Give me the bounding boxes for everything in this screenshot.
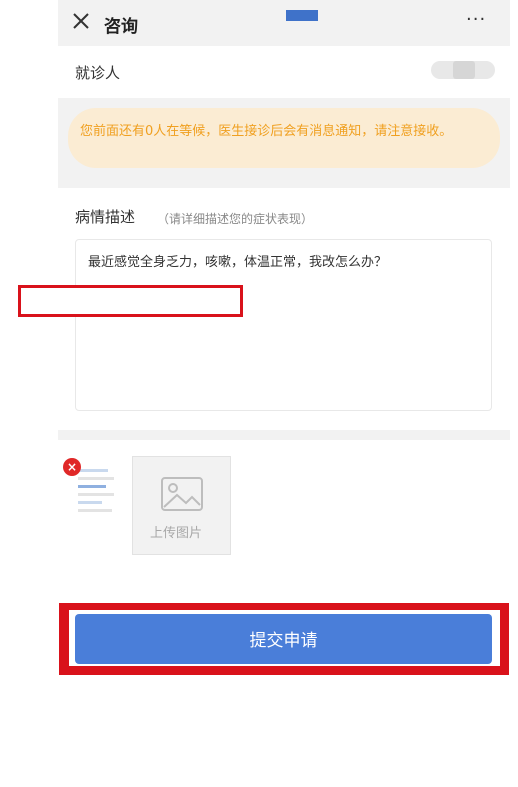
submit-button-label: 提交申请: [249, 631, 318, 651]
highlight-box: [18, 285, 243, 317]
description-label: 病情描述: [75, 208, 136, 226]
notice-text: 您前面还有0人在等候，医生接诊后会有消息通知，请注意接收。: [80, 124, 453, 139]
section-divider: [58, 430, 510, 440]
annotation-marker: [286, 10, 318, 21]
image-icon: [161, 477, 203, 511]
uploaded-image-thumbnail[interactable]: [74, 463, 116, 518]
delete-image-icon[interactable]: ×: [63, 458, 81, 476]
patient-label: 就诊人: [75, 64, 121, 82]
more-icon[interactable]: ···: [466, 9, 486, 30]
patient-selector-knob: [453, 61, 475, 79]
description-value: 最近感觉全身乏力，咳嗽，体温正常，我改怎么办？: [88, 255, 388, 270]
description-hint: （请详细描述您的症状表现）: [157, 212, 314, 226]
page-title: 咨询: [104, 17, 138, 37]
upload-label: 上传图片: [150, 526, 203, 541]
close-icon[interactable]: [70, 10, 92, 32]
